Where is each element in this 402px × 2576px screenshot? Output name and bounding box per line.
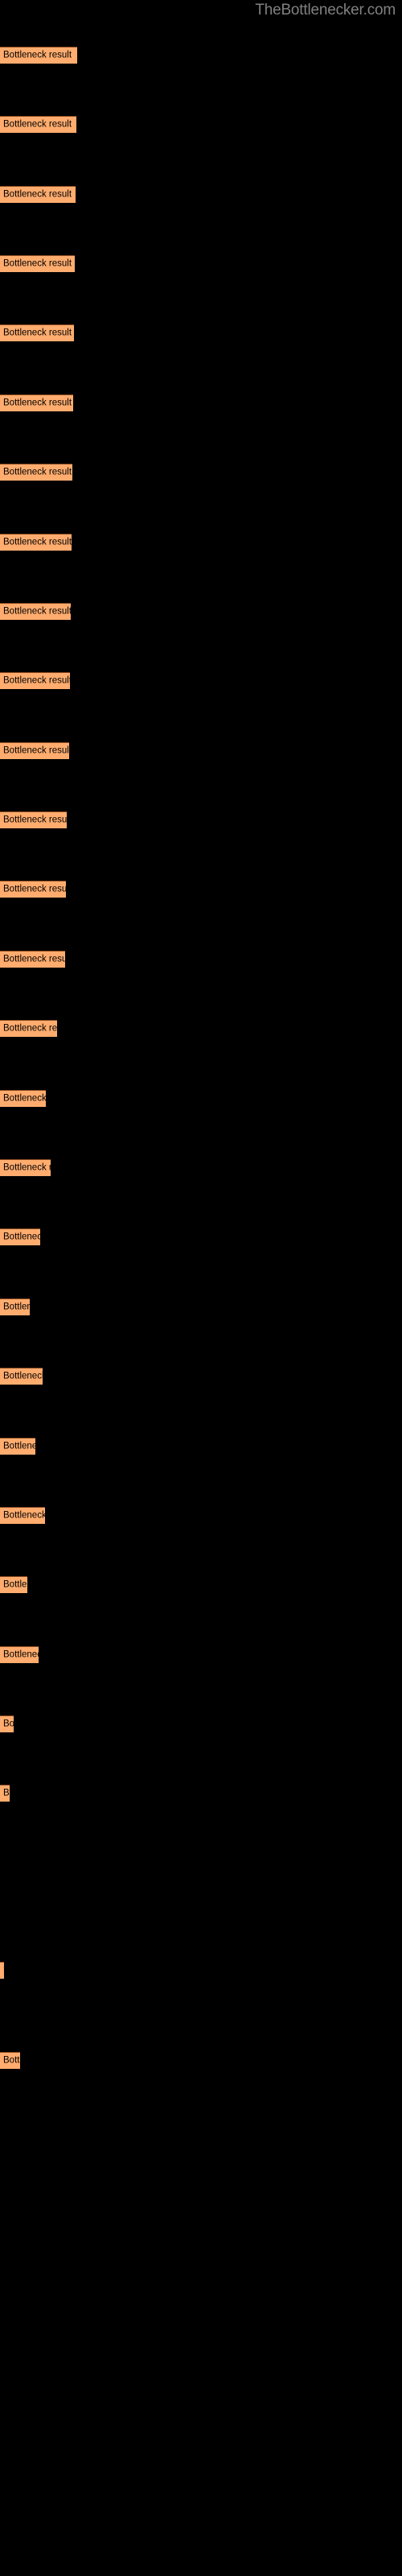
bar-label: Bottleneck result [3,1579,27,1590]
bar[interactable]: Bottleneck result [0,1438,35,1455]
bar[interactable]: Bottleneck result [0,672,70,689]
bar-label: Bottleneck result [3,1023,57,1034]
bar-label: Bottleneck result [3,606,71,617]
bar-label: Bottleneck result [3,1788,10,1798]
bar-label: Bottleneck result [3,328,72,338]
bar-label: Bottleneck result [3,1649,39,1660]
bar-label: Bottleneck result [3,537,72,547]
bar-label: Bottleneck result [3,745,69,756]
bar-label: Bottleneck result [3,50,72,60]
bar[interactable]: Bottleneck result [0,603,71,620]
bar-label: Bottleneck result [3,1719,14,1729]
bar[interactable]: Bottleneck result [0,1368,43,1385]
bar[interactable]: Bottleneck result [0,1576,27,1593]
bar[interactable]: Bottleneck result [0,1020,57,1037]
bar[interactable]: Bottleneck result [0,116,76,133]
bar[interactable]: Bottleneck result [0,1298,30,1315]
bar[interactable]: Bottleneck result [0,324,74,341]
bar[interactable]: Bottleneck result [0,394,73,411]
bar[interactable]: Bottleneck result [0,464,72,481]
bar[interactable]: Bottleneck result [0,47,77,64]
bar-label: Bottleneck result [3,258,72,269]
bar-label: Bottleneck result [3,1093,46,1104]
bar-label: Bottleneck result [3,1232,40,1242]
bar-label: Bottleneck result [3,119,72,130]
bar-label: Bottleneck result [3,189,72,200]
bar[interactable]: Bottleneck result [0,811,67,828]
bar-label: Bottleneck result [3,1371,43,1381]
bar-label: Bottleneck result [3,884,66,894]
bar[interactable]: Bottleneck result [0,1228,40,1245]
bar-label: Bottleneck result [3,954,65,964]
bar[interactable]: Bottleneck result [0,742,69,759]
bar[interactable]: Bottleneck result [0,1715,14,1732]
bar-label: Bottleneck result [3,1441,35,1451]
bar[interactable]: Bottleneck result [0,1646,39,1663]
bar[interactable]: Bottleneck result [0,1159,51,1176]
bar-label: Bottleneck result [3,1162,51,1173]
bar[interactable]: Bottleneck result [0,2052,20,2069]
bar-label: Bottleneck result [3,398,72,408]
bar[interactable]: Bottleneck result [0,1962,4,1979]
bar-label: Bottleneck result [3,1302,30,1312]
bar[interactable]: Bottleneck result [0,1785,10,1802]
bar[interactable]: Bottleneck result [0,951,65,968]
bar-label: Bottleneck result [3,675,70,686]
bar-label: Bottleneck result [3,1510,45,1521]
bar[interactable]: Bottleneck result [0,534,72,551]
bar[interactable]: Bottleneck result [0,881,66,898]
bar-label: Bottleneck result [3,2055,20,2066]
bar[interactable]: Bottleneck result [0,1507,45,1524]
bar[interactable]: Bottleneck result [0,1090,46,1107]
page-root: TheBottlenecker.com Bottleneck result Bot… [0,0,402,2576]
bar[interactable]: Bottleneck result [0,186,76,203]
bottleneck-bar-chart: Bottleneck result Bottleneck result Bottle… [0,0,402,2576]
bar-label: Bottleneck result [3,1966,4,1975]
bar-label: Bottleneck result [3,815,67,825]
bar-label: Bottleneck result [3,467,72,477]
bar[interactable]: Bottleneck result [0,255,75,272]
